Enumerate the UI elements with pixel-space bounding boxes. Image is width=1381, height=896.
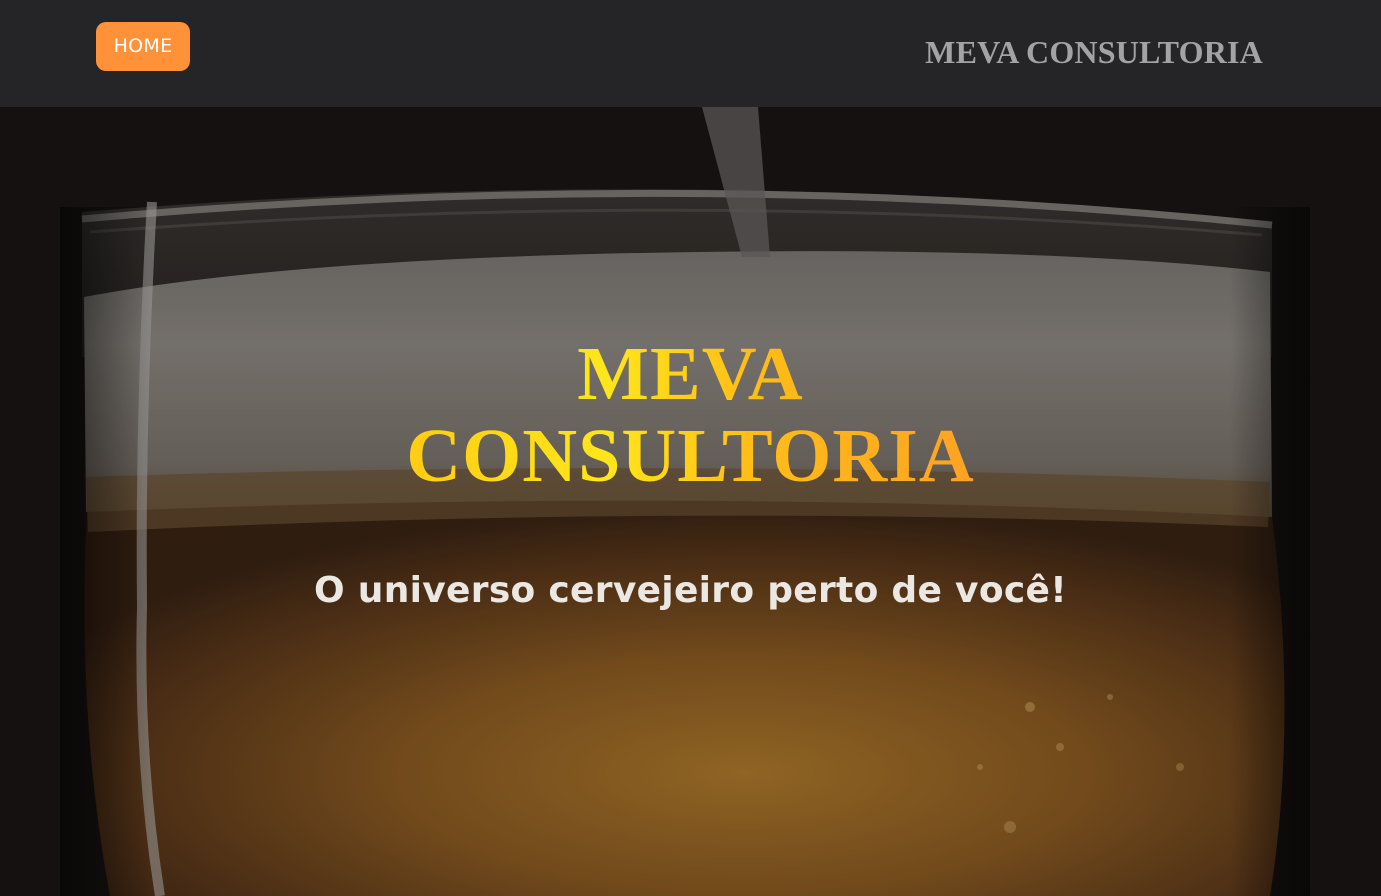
hero-section: MEVA CONSULTORIA O universo cervejeiro p…: [0, 107, 1381, 896]
beer-glass-background-image: [0, 107, 1381, 896]
hero-title-line-1: MEVA: [577, 332, 804, 416]
hero-subtitle: O universo cervejeiro perto de você!: [314, 570, 1067, 611]
hero-title-wrapper: MEVA CONSULTORIA: [0, 333, 1381, 497]
hero-title-line-2: CONSULTORIA: [406, 414, 975, 498]
home-button[interactable]: HOME: [96, 22, 190, 71]
hero-title: MEVA CONSULTORIA: [406, 333, 975, 497]
brand-name: MEVA CONSULTORIA: [925, 34, 1263, 70]
top-navigation-bar: HOME MEVA CONSULTORIA: [0, 0, 1381, 107]
